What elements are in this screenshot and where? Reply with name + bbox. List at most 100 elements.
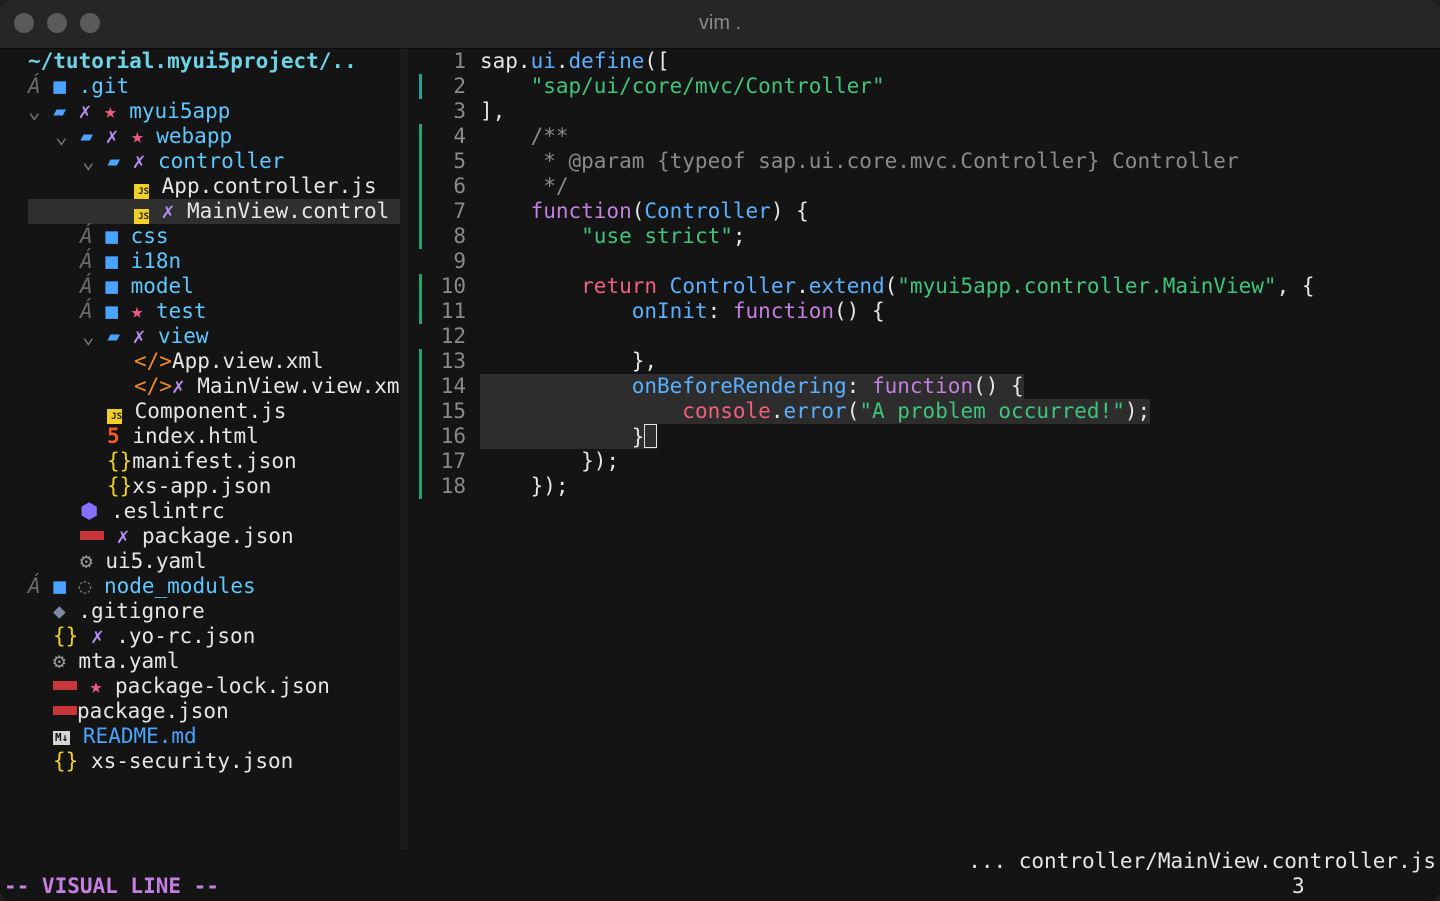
mode-indicator: -- VISUAL LINE -- xyxy=(4,874,219,898)
code-line[interactable]: function(Controller) { xyxy=(480,199,809,224)
markdown-icon: M↓ xyxy=(53,731,71,745)
modified-icon: ✗ xyxy=(132,324,146,348)
file-tree[interactable]: ~/tutorial.myui5project/.. Á ■ .git ⌄ ▰ … xyxy=(0,49,400,849)
code-line[interactable]: */ xyxy=(480,174,568,199)
tree-item[interactable]: 5 index.html xyxy=(107,424,400,449)
code-line[interactable]: sap.ui.define([ xyxy=(480,49,670,74)
tree-item[interactable]: M↓ README.md xyxy=(53,724,400,749)
vim-window: vim . ~/tutorial.myui5project/.. Á ■ .gi… xyxy=(0,0,1440,901)
line-number: 7 xyxy=(453,199,466,223)
folder-icon: ■ xyxy=(53,74,66,98)
eslint-icon: ⬢ xyxy=(80,499,99,523)
code-line[interactable]: }); xyxy=(480,474,569,499)
status-line: ... controller/MainView.controller.js xyxy=(0,849,1440,874)
code-line[interactable]: return Controller.extend("myui5app.contr… xyxy=(480,274,1314,299)
git-ignored-icon: Á xyxy=(80,274,93,298)
untracked-star-icon: ★ xyxy=(130,124,144,148)
tree-item[interactable]: {} xs-security.json xyxy=(53,749,400,774)
tree-item[interactable]: ⌄ ▰ ✗ controller xyxy=(82,149,400,174)
json-file-icon: {} xyxy=(107,449,133,473)
tree-item[interactable]: </>✗ MainView.view.xm xyxy=(134,374,400,399)
title-bar: vim . xyxy=(0,0,1440,49)
gear-icon: ⚙ xyxy=(80,549,93,573)
tree-item[interactable]: ⌄ ▰ ✗ ★ myui5app xyxy=(28,99,400,124)
chevron-down-icon[interactable]: ⌄ xyxy=(82,324,95,348)
line-number: 18 xyxy=(440,474,466,498)
git-add-marker xyxy=(419,274,422,324)
code-editor[interactable]: 1 2 3 4 5 6 7 8 9 10 11 12 13 14 15 16 1… xyxy=(408,49,1440,849)
folder-icon: ■ xyxy=(105,299,118,323)
tree-item[interactable]: Á ■ model xyxy=(80,274,400,299)
tree-item[interactable]: ◆ .gitignore xyxy=(53,599,400,624)
line-number: 17 xyxy=(440,449,466,473)
folder-open-icon: ▰ xyxy=(53,99,66,123)
html5-file-icon: 5 xyxy=(107,424,120,448)
code-line[interactable]: }, xyxy=(480,349,657,374)
code-line[interactable]: }); xyxy=(480,449,619,474)
tree-item[interactable]: ⌄ ▰ ✗ ★ webapp xyxy=(55,124,400,149)
untracked-star-icon: ★ xyxy=(130,299,144,323)
untracked-star-icon: ★ xyxy=(103,99,117,123)
code-line[interactable]: * @param {typeof sap.ui.core.mvc.Control… xyxy=(480,149,1238,174)
ignored-dot-icon: ◌ xyxy=(78,574,92,598)
git-change-marker xyxy=(419,74,422,99)
git-add-marker xyxy=(419,124,422,249)
chevron-down-icon[interactable]: ⌄ xyxy=(82,149,95,173)
tree-item[interactable]: ★ package-lock.json xyxy=(53,674,400,699)
git-ignored-icon: Á xyxy=(80,299,93,323)
npm-icon xyxy=(80,531,104,540)
line-number: 15 xyxy=(440,399,466,423)
tree-item[interactable]: Á ■ ◌ node_modules xyxy=(28,574,400,599)
line-number: 11 xyxy=(440,299,466,323)
chevron-down-icon[interactable]: ⌄ xyxy=(55,124,68,148)
tree-item[interactable]: ✗ package.json xyxy=(80,524,400,549)
tree-item[interactable]: JS Component.js xyxy=(107,399,400,424)
tree-item[interactable]: ⚙ ui5.yaml xyxy=(80,549,400,574)
tree-item[interactable]: Á ■ css xyxy=(80,224,400,249)
code-line-selected[interactable]: console.error("A problem occurred!"); xyxy=(480,399,1151,424)
code-line[interactable]: onInit: function() { xyxy=(480,299,885,324)
tree-root-path[interactable]: ~/tutorial.myui5project/.. xyxy=(28,49,400,74)
folder-open-icon: ▰ xyxy=(107,149,120,173)
tree-item[interactable]: JS App.controller.js xyxy=(134,174,400,199)
chevron-down-icon[interactable]: ⌄ xyxy=(28,99,41,123)
modified-icon: ✗ xyxy=(132,149,146,173)
modified-icon: ✗ xyxy=(105,124,119,148)
line-number: 14 xyxy=(440,374,466,398)
code-line-selected[interactable]: onBeforeRendering: function() { xyxy=(480,374,1024,399)
folder-icon: ■ xyxy=(105,224,118,248)
tree-item[interactable]: ⚙ mta.yaml xyxy=(53,649,400,674)
tree-item[interactable]: {} ✗ .yo-rc.json xyxy=(53,624,400,649)
line-number: 2 xyxy=(453,74,466,98)
cursor xyxy=(644,424,658,448)
folder-open-icon: ▰ xyxy=(80,124,93,148)
modified-icon: ✗ xyxy=(171,374,185,398)
xml-file-icon: </> xyxy=(134,374,172,398)
code-line-selected[interactable]: } xyxy=(480,424,658,449)
window-split-divider[interactable] xyxy=(400,49,408,849)
git-icon: ◆ xyxy=(53,599,66,623)
line-number: 10 xyxy=(440,274,466,298)
tree-item[interactable]: ⌄ ▰ ✗ view xyxy=(82,324,400,349)
tree-item[interactable]: package.json xyxy=(53,699,400,724)
tree-item[interactable]: ⬢ .eslintrc xyxy=(80,499,400,524)
code-line[interactable]: "sap/ui/core/mvc/Controller" xyxy=(480,74,885,99)
line-number: 1 xyxy=(453,49,466,73)
tree-item[interactable]: {}manifest.json xyxy=(107,449,400,474)
code-line[interactable]: "use strict"; xyxy=(480,224,745,249)
tree-item[interactable]: Á ■ ★ test xyxy=(80,299,400,324)
code-line[interactable]: /** xyxy=(480,124,569,149)
tree-item-selected[interactable]: JS ✗ MainView.control xyxy=(28,199,400,224)
folder-open-icon: ▰ xyxy=(107,324,120,348)
git-ignored-icon: Á xyxy=(28,74,41,98)
tree-item[interactable]: Á ■ i18n xyxy=(80,249,400,274)
tree-item[interactable]: Á ■ .git xyxy=(28,74,400,99)
command-line[interactable]: -- VISUAL LINE -- 3 xyxy=(0,874,1440,901)
modified-icon: ✗ xyxy=(78,99,92,123)
tree-item[interactable]: </>App.view.xml xyxy=(134,349,400,374)
modified-icon: ✗ xyxy=(161,199,175,223)
gear-icon: ⚙ xyxy=(53,649,66,673)
javascript-file-icon: JS xyxy=(134,209,149,224)
code-line[interactable]: ], xyxy=(480,99,505,124)
tree-item[interactable]: {}xs-app.json xyxy=(107,474,400,499)
